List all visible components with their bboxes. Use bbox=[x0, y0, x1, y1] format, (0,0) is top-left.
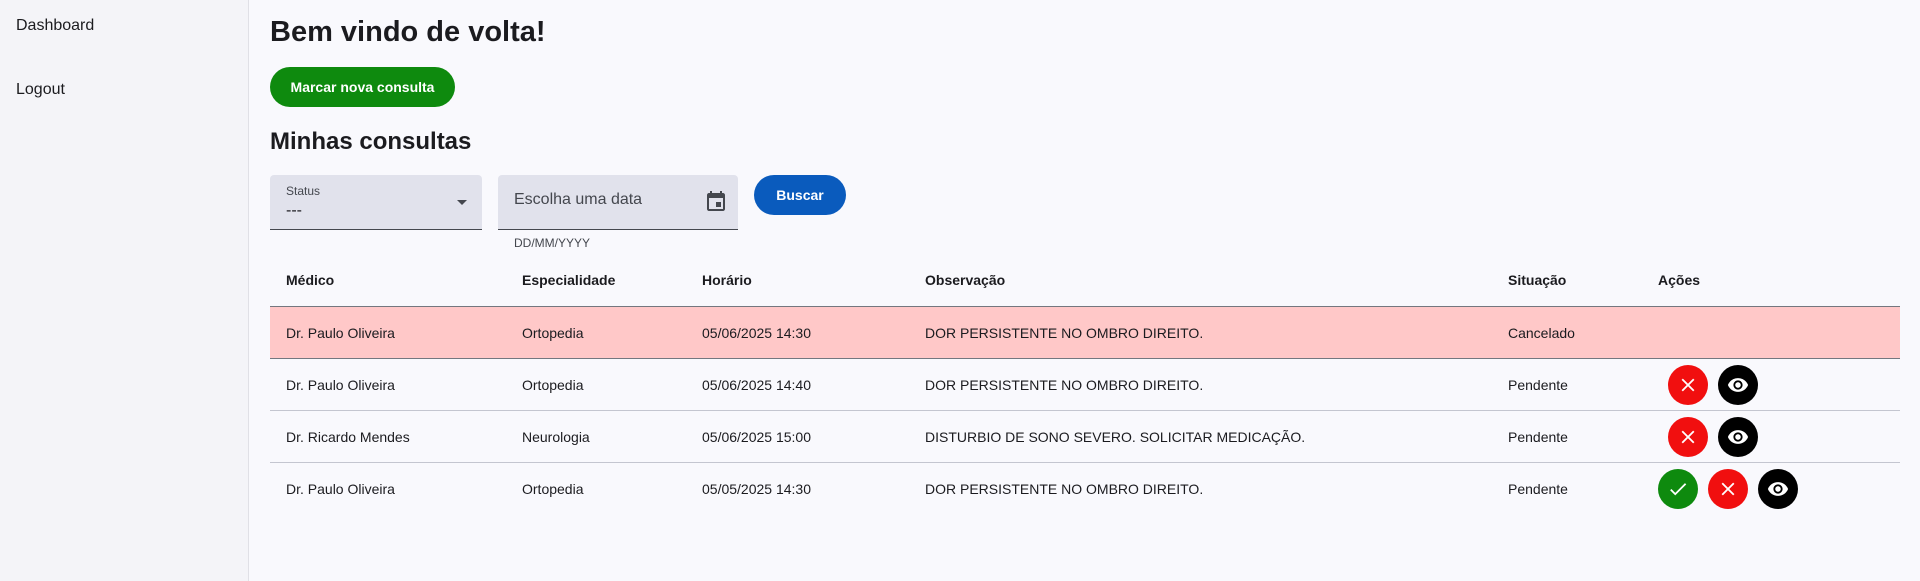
column-header-horario: Horário bbox=[702, 272, 752, 288]
view-appointment-button[interactable] bbox=[1718, 365, 1758, 405]
column-header-situacao: Situação bbox=[1508, 272, 1567, 288]
cell-medico: Dr. Ricardo Mendes bbox=[286, 428, 410, 445]
cell-especialidade: Neurologia bbox=[522, 428, 590, 445]
sidebar-item-dashboard[interactable]: Dashboard bbox=[0, 17, 94, 35]
check-icon bbox=[1670, 483, 1687, 496]
view-appointment-button[interactable] bbox=[1718, 417, 1758, 457]
cancel-appointment-button[interactable] bbox=[1668, 365, 1708, 405]
status-value: --- bbox=[286, 202, 302, 219]
search-button[interactable]: Buscar bbox=[754, 175, 846, 215]
row-actions bbox=[1668, 365, 1758, 405]
view-appointment-button[interactable] bbox=[1758, 469, 1798, 509]
table-row: Dr. Ricardo Mendes Neurologia 05/06/2025… bbox=[270, 411, 1900, 463]
chevron-down-icon bbox=[457, 200, 467, 205]
cell-medico: Dr. Paulo Oliveira bbox=[286, 376, 395, 393]
column-header-acoes: Ações bbox=[1658, 272, 1701, 288]
new-appointment-button[interactable]: Marcar nova consulta bbox=[270, 67, 455, 107]
cell-situacao: Pendente bbox=[1508, 481, 1568, 497]
status-label: Status bbox=[286, 184, 321, 198]
eye-icon bbox=[1727, 378, 1749, 392]
date-field[interactable] bbox=[498, 175, 738, 230]
cancel-appointment-button[interactable] bbox=[1708, 469, 1748, 509]
cell-observacao: DISTURBIO DE SONO SEVERO. SOLICITAR MEDI… bbox=[925, 428, 1306, 445]
cancel-appointment-button[interactable] bbox=[1668, 417, 1708, 457]
cell-situacao: Cancelado bbox=[1508, 324, 1575, 341]
column-header-observacao: Observação bbox=[925, 272, 1006, 288]
cell-medico: Dr. Paulo Oliveira bbox=[286, 324, 395, 341]
column-header-especialidade: Especialidade bbox=[522, 272, 616, 288]
eye-icon bbox=[1727, 430, 1749, 444]
cell-observacao: DOR PERSISTENTE NO OMBRO DIREITO. bbox=[925, 376, 1204, 393]
confirm-appointment-button[interactable] bbox=[1658, 469, 1698, 509]
column-header-medico: Médico bbox=[286, 272, 335, 288]
row-actions bbox=[1668, 417, 1758, 457]
cell-especialidade: Ortopedia bbox=[522, 324, 584, 341]
eye-icon bbox=[1767, 482, 1789, 496]
close-icon bbox=[1681, 430, 1695, 444]
appointments-table: Médico Especialidade Horário Observação … bbox=[270, 254, 1900, 515]
cell-medico: Dr. Paulo Oliveira bbox=[286, 481, 395, 497]
calendar-icon[interactable] bbox=[704, 190, 728, 214]
row-actions bbox=[1658, 469, 1798, 509]
table-row: Dr. Paulo Oliveira Ortopedia 05/05/2025 … bbox=[270, 463, 1900, 515]
cell-situacao: Pendente bbox=[1508, 376, 1568, 393]
page-title: Bem vindo de volta! bbox=[270, 16, 546, 48]
status-select[interactable]: Status --- bbox=[270, 175, 482, 230]
date-hint: DD/MM/YYYY bbox=[514, 236, 591, 250]
cell-especialidade: Ortopedia bbox=[522, 481, 584, 497]
cell-especialidade: Ortopedia bbox=[522, 376, 584, 393]
table-row: Dr. Paulo Oliveira Ortopedia 05/06/2025 … bbox=[270, 307, 1900, 359]
cell-horario: 05/06/2025 14:30 bbox=[702, 324, 811, 341]
sidebar: Dashboard Logout bbox=[0, 0, 249, 581]
cell-horario: 05/06/2025 15:00 bbox=[702, 428, 811, 445]
table-header-row: Médico Especialidade Horário Observação … bbox=[270, 254, 1900, 307]
section-title: Minhas consultas bbox=[270, 128, 472, 155]
close-icon bbox=[1721, 482, 1735, 496]
cell-horario: 05/06/2025 14:40 bbox=[702, 376, 811, 393]
sidebar-item-logout[interactable]: Logout bbox=[0, 81, 65, 99]
cell-observacao: DOR PERSISTENTE NO OMBRO DIREITO. bbox=[925, 324, 1204, 341]
cell-situacao: Pendente bbox=[1508, 428, 1568, 445]
date-input[interactable] bbox=[514, 191, 694, 209]
table-row: Dr. Paulo Oliveira Ortopedia 05/06/2025 … bbox=[270, 359, 1900, 411]
cell-horario: 05/05/2025 14:30 bbox=[702, 481, 811, 497]
close-icon bbox=[1681, 378, 1695, 392]
cell-observacao: DOR PERSISTENTE NO OMBRO DIREITO. bbox=[925, 481, 1204, 497]
